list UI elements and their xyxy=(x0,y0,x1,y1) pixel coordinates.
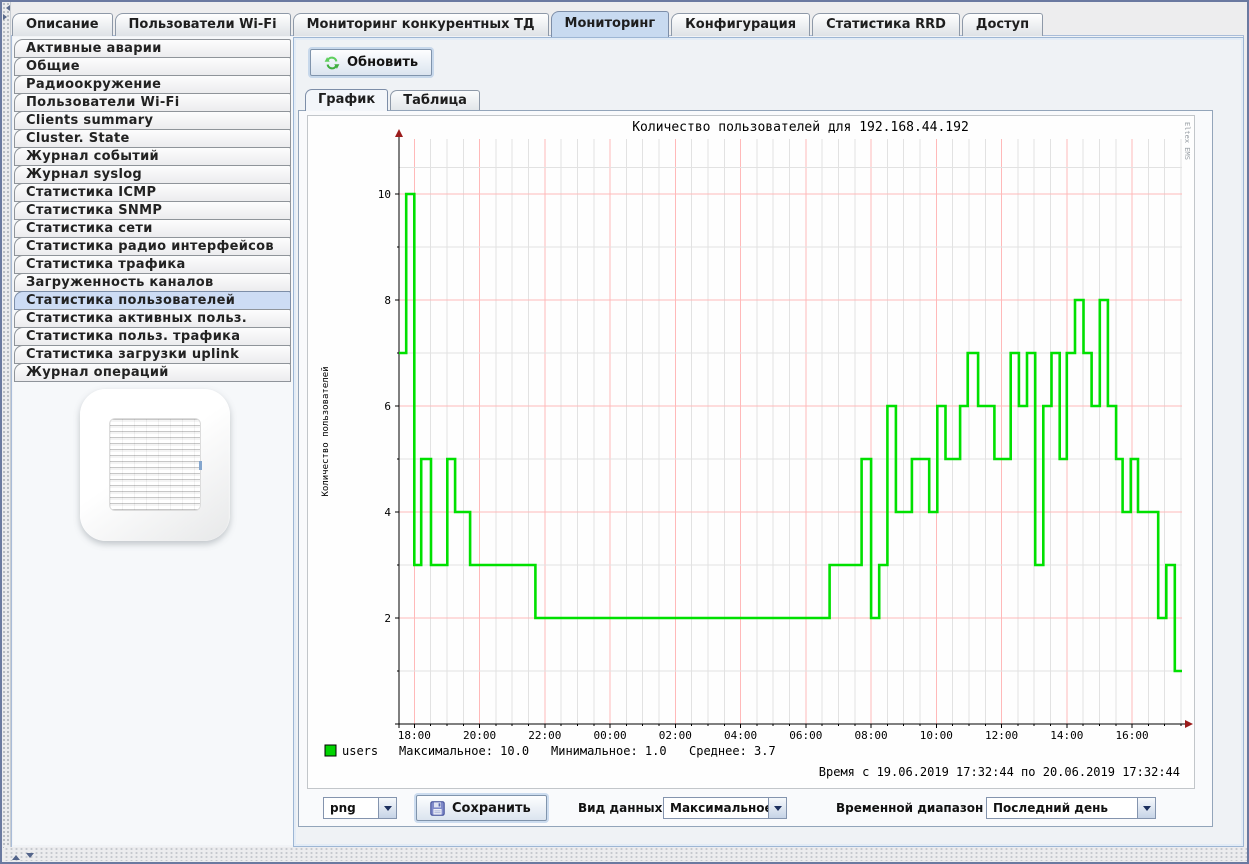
sidebar-item-18[interactable]: Статистика загрузки uplink xyxy=(14,345,291,364)
sidebar-list: Активные аварииОбщиеРадиоокружениеПользо… xyxy=(13,37,293,382)
status-bar xyxy=(4,847,1247,861)
sidebar-item-1[interactable]: Активные аварии xyxy=(14,39,291,58)
sidebar-item-10[interactable]: Статистика SNMP xyxy=(14,201,291,220)
users-series-line xyxy=(399,194,1182,671)
legend-avg: Среднее: 3.7 xyxy=(689,744,776,758)
sidebar-item-2[interactable]: Общие xyxy=(14,57,291,76)
svg-text:8: 8 xyxy=(384,294,391,307)
data-view-select[interactable]: Максимальное xyxy=(663,797,787,819)
legend-min: Минимальное: 1.0 xyxy=(551,744,667,758)
sidebar-item-9[interactable]: Статистика ICMP xyxy=(14,183,291,202)
chevron-down-icon xyxy=(1143,806,1151,815)
chart-watermark: Eltex EMS xyxy=(1183,122,1191,160)
svg-text:20:00: 20:00 xyxy=(463,729,496,742)
legend-swatch xyxy=(325,745,336,756)
svg-text:18:00: 18:00 xyxy=(398,729,431,742)
chevron-down-icon xyxy=(384,806,392,815)
monitoring-panel: Обновить График Таблица 18:00 20:00 22:00 0… xyxy=(293,37,1244,847)
sidebar: Активные аварииОбщиеРадиоокружениеПользо… xyxy=(13,37,293,845)
graph-tab-content: 18:00 20:00 22:00 00:00 02:00 04:00 06:00 08:00… xyxy=(298,110,1213,827)
format-select[interactable]: png xyxy=(323,797,397,819)
users-chart: 18:00 20:00 22:00 00:00 02:00 04:00 06:00 08:00… xyxy=(308,116,1194,788)
sidebar-item-3[interactable]: Радиоокружение xyxy=(14,75,291,94)
svg-text:12:00: 12:00 xyxy=(985,729,1018,742)
refresh-button[interactable]: Обновить xyxy=(310,49,432,76)
splitter-expand-right-icon[interactable] xyxy=(3,14,10,20)
vertical-splitter[interactable] xyxy=(2,2,11,848)
svg-text:14:00: 14:00 xyxy=(1050,729,1083,742)
svg-text:10:00: 10:00 xyxy=(920,729,953,742)
data-view-dropdown-button[interactable] xyxy=(768,798,786,818)
sidebar-item-14[interactable]: Загруженность каналов xyxy=(14,273,291,292)
time-range-select[interactable]: Последний день xyxy=(986,797,1156,819)
top-tab-1[interactable]: Описание xyxy=(12,13,113,36)
sidebar-item-8[interactable]: Журнал syslog xyxy=(14,165,291,184)
legend-max: Максимальное: 10.0 xyxy=(399,744,529,758)
sidebar-item-19[interactable]: Журнал операций xyxy=(14,363,291,382)
data-view-select-value: Максимальное xyxy=(664,801,768,815)
tab-graph[interactable]: График xyxy=(305,89,388,111)
svg-text:08:00: 08:00 xyxy=(855,729,888,742)
sidebar-item-13[interactable]: Статистика трафика xyxy=(14,255,291,274)
legend-series-name: users xyxy=(342,744,378,758)
app-window: ОписаниеПользователи Wi-FiМониторинг кон… xyxy=(0,0,1249,864)
sidebar-item-16[interactable]: Статистика активных польз. xyxy=(14,309,291,328)
chart-ylabel: Количество пользователей xyxy=(321,366,331,496)
splitter-collapse-left-icon[interactable] xyxy=(3,5,10,11)
top-tab-4[interactable]: Мониторинг xyxy=(551,11,670,37)
svg-text:4: 4 xyxy=(384,506,391,519)
tab-table[interactable]: Таблица xyxy=(390,90,480,110)
sidebar-item-7[interactable]: Журнал событий xyxy=(14,147,291,166)
svg-text:04:00: 04:00 xyxy=(724,729,757,742)
device-led xyxy=(199,461,202,470)
device-grille xyxy=(109,418,201,511)
chevron-down-icon xyxy=(774,806,782,815)
svg-text:22:00: 22:00 xyxy=(528,729,561,742)
sidebar-item-4[interactable]: Пользователи Wi-Fi xyxy=(14,93,291,112)
sidebar-item-15[interactable]: Статистика пользователей xyxy=(14,291,291,310)
svg-text:00:00: 00:00 xyxy=(594,729,627,742)
save-button[interactable]: Сохранить xyxy=(416,795,547,821)
top-tab-6[interactable]: Статистика RRD xyxy=(812,13,960,36)
svg-text:16:00: 16:00 xyxy=(1116,729,1149,742)
chart-time-range: Время с 19.06.2019 17:32:44 по 20.06.201… xyxy=(819,765,1180,779)
svg-text:6: 6 xyxy=(384,400,391,413)
svg-text:06:00: 06:00 xyxy=(789,729,822,742)
time-range-label: Временной диапазон xyxy=(836,801,983,815)
chart-frame: 18:00 20:00 22:00 00:00 02:00 04:00 06:00 08:00… xyxy=(307,115,1195,789)
time-range-select-value: Последний день xyxy=(987,801,1137,815)
time-range-dropdown-button[interactable] xyxy=(1137,798,1155,818)
format-select-value: png xyxy=(324,801,378,815)
save-label: Сохранить xyxy=(452,801,531,816)
chart-title: Количество пользователей для 192.168.44.… xyxy=(632,120,969,135)
device-image xyxy=(80,389,230,541)
top-tab-bar: ОписаниеПользователи Wi-FiМониторинг кон… xyxy=(12,10,1043,36)
top-tab-3[interactable]: Мониторинг конкурентных ТД xyxy=(293,13,549,36)
sidebar-item-6[interactable]: Cluster. State xyxy=(14,129,291,148)
content-area: Активные аварииОбщиеРадиоокружениеПользо… xyxy=(11,35,1244,848)
chart-controls: png xyxy=(299,795,1212,825)
splitter-down-icon[interactable] xyxy=(26,853,34,862)
save-icon xyxy=(430,801,445,816)
view-tab-bar: График Таблица xyxy=(305,89,480,110)
splitter-up-icon[interactable] xyxy=(12,851,20,860)
sidebar-item-5[interactable]: Clients summary xyxy=(14,111,291,130)
refresh-icon xyxy=(324,55,340,71)
svg-text:02:00: 02:00 xyxy=(659,729,692,742)
data-view-label: Вид данных xyxy=(578,801,662,815)
refresh-label: Обновить xyxy=(347,55,418,70)
sidebar-item-11[interactable]: Статистика сети xyxy=(14,219,291,238)
sidebar-item-12[interactable]: Статистика радио интерфейсов xyxy=(14,237,291,256)
top-tab-7[interactable]: Доступ xyxy=(962,13,1043,36)
svg-text:2: 2 xyxy=(384,612,391,625)
top-tab-5[interactable]: Конфигурация xyxy=(671,13,810,36)
sidebar-item-17[interactable]: Статистика польз. трафика xyxy=(14,327,291,346)
format-select-dropdown-button[interactable] xyxy=(378,798,396,818)
svg-text:10: 10 xyxy=(378,188,391,201)
top-tab-2[interactable]: Пользователи Wi-Fi xyxy=(115,13,291,36)
